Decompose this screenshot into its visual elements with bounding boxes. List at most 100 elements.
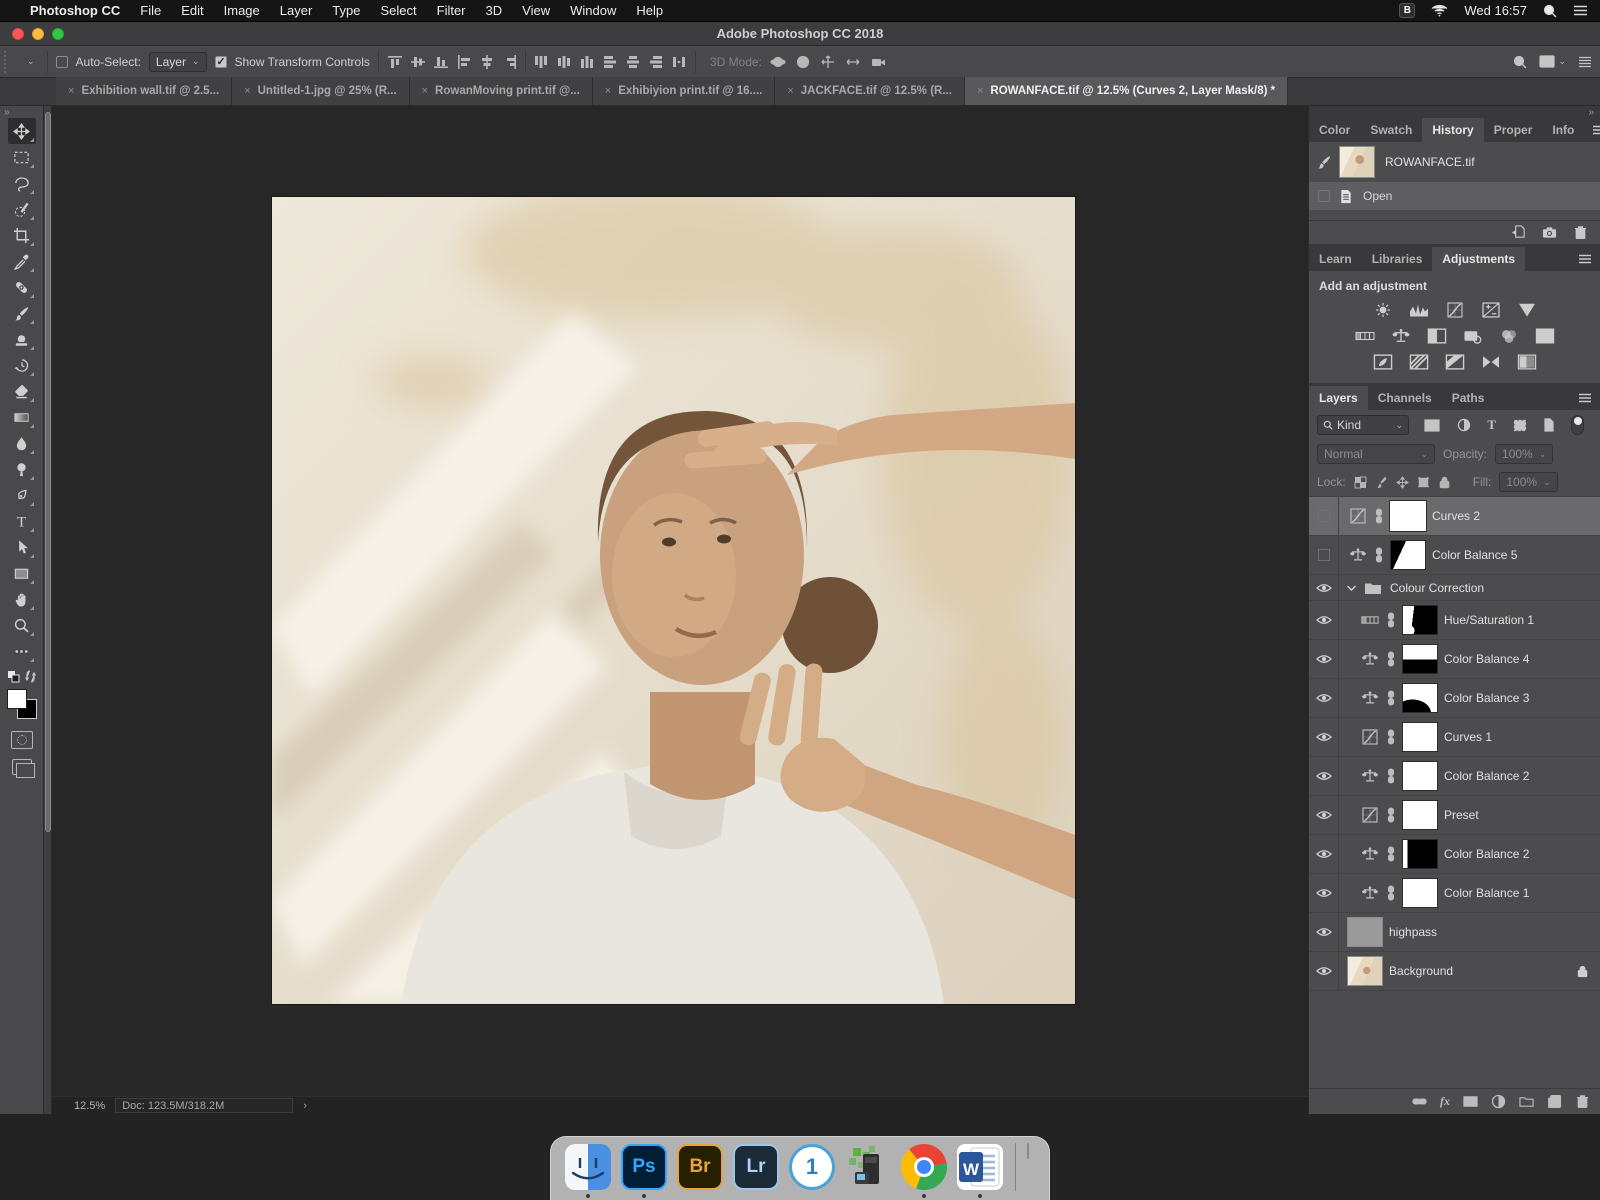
layer-name[interactable]: Hue/Saturation 1 xyxy=(1444,613,1534,627)
brush-tool[interactable] xyxy=(8,300,36,326)
dock-item-lightroom[interactable]: Lr xyxy=(733,1144,779,1190)
eraser-tool[interactable] xyxy=(8,378,36,404)
layer-row-hue-saturation-1[interactable]: Hue/Saturation 1 xyxy=(1309,601,1600,640)
layer-name[interactable]: Color Balance 3 xyxy=(1444,691,1529,705)
zoom-window-button[interactable] xyxy=(52,28,64,40)
curves-adjustment-icon[interactable] xyxy=(1445,302,1465,318)
filter-kind-dropdown[interactable]: Kind⌄ xyxy=(1317,415,1409,435)
history-tab-proper[interactable]: Proper xyxy=(1484,118,1543,142)
layer-name[interactable]: highpass xyxy=(1389,925,1437,939)
marquee-tool[interactable] xyxy=(8,144,36,170)
layer-row-background[interactable]: Background xyxy=(1309,952,1600,991)
eyedropper-tool[interactable] xyxy=(8,248,36,274)
history-step-open[interactable]: Open xyxy=(1309,182,1600,210)
new-group-folder-icon[interactable] xyxy=(1519,1094,1534,1109)
wifi-icon[interactable] xyxy=(1431,4,1448,17)
menu-item-image[interactable]: Image xyxy=(224,3,260,18)
align-bottom-icon[interactable] xyxy=(433,54,449,70)
close-window-button[interactable] xyxy=(12,28,24,40)
channel-mixer-adjustment-icon[interactable] xyxy=(1499,328,1519,344)
posterize-adjustment-icon[interactable] xyxy=(1409,354,1429,370)
status-options-chevron[interactable]: › xyxy=(303,1100,307,1112)
menu-item-help[interactable]: Help xyxy=(636,3,663,18)
color-balance-adjustment-icon[interactable] xyxy=(1391,328,1411,344)
show-transform-checkbox[interactable] xyxy=(215,56,227,68)
collapse-panels-chevron[interactable]: » xyxy=(1309,106,1600,118)
layers-tab-layers[interactable]: Layers xyxy=(1309,386,1368,410)
layer-name[interactable]: Colour Correction xyxy=(1390,581,1484,595)
layer-name[interactable]: Preset xyxy=(1444,808,1479,822)
layer-row-color-balance-1[interactable]: Color Balance 1 xyxy=(1309,874,1600,913)
visibility-eye-icon[interactable] xyxy=(1309,575,1339,600)
close-tab-icon[interactable]: × xyxy=(244,85,250,97)
selective-color-adjustment-icon[interactable] xyxy=(1517,354,1537,370)
new-adjustment-icon[interactable] xyxy=(1491,1094,1506,1109)
align-vcenter-icon[interactable] xyxy=(410,54,426,70)
layer-mask-thumbnail[interactable] xyxy=(1402,761,1438,791)
layer-name[interactable]: Curves 1 xyxy=(1444,730,1492,744)
minimize-window-button[interactable] xyxy=(32,28,44,40)
healing-tool[interactable] xyxy=(8,274,36,300)
blend-mode-dropdown[interactable]: Normal⌄ xyxy=(1317,444,1435,464)
visibility-eye-icon[interactable] xyxy=(1309,835,1339,873)
visibility-eye-icon[interactable] xyxy=(1309,640,1339,678)
levels-adjustment-icon[interactable] xyxy=(1409,302,1429,318)
menu-item-layer[interactable]: Layer xyxy=(280,3,313,18)
black-white-adjustment-icon[interactable] xyxy=(1427,328,1447,344)
document-tab[interactable]: ×Exhibiyion print.tif @ 16.... xyxy=(593,77,776,105)
type-tool[interactable]: T xyxy=(8,508,36,534)
visibility-eye-icon[interactable] xyxy=(1309,718,1339,756)
layer-thumbnail[interactable] xyxy=(1347,956,1383,986)
menu-clock[interactable]: Wed 16:57 xyxy=(1464,3,1527,18)
visibility-empty-box[interactable] xyxy=(1309,497,1339,535)
layer-style-fx-icon[interactable]: fx xyxy=(1440,1094,1450,1109)
hand-tool[interactable] xyxy=(8,586,36,612)
zoom-level[interactable]: 12.5% xyxy=(74,1100,105,1112)
clone-stamp-tool[interactable] xyxy=(8,326,36,352)
layer-name[interactable]: Color Balance 2 xyxy=(1444,847,1529,861)
layer-mask-thumbnail[interactable] xyxy=(1402,722,1438,752)
history-tab-swatch[interactable]: Swatch xyxy=(1360,118,1422,142)
close-tab-icon[interactable]: × xyxy=(605,85,611,97)
layer-name[interactable]: Curves 2 xyxy=(1432,509,1480,523)
panel-menu-icon[interactable] xyxy=(1570,393,1600,403)
visibility-eye-icon[interactable] xyxy=(1309,874,1339,912)
more-tool[interactable] xyxy=(8,638,36,664)
adjust-tab-learn[interactable]: Learn xyxy=(1309,247,1362,271)
dist-spacing-icon[interactable] xyxy=(671,54,687,70)
photo-filter-adjustment-icon[interactable] xyxy=(1463,328,1483,344)
dock-item-bridge[interactable]: Br xyxy=(677,1144,723,1190)
lock-transparency-icon[interactable] xyxy=(1354,476,1367,489)
menu-item-edit[interactable]: Edit xyxy=(181,3,203,18)
close-tab-icon[interactable]: × xyxy=(422,85,428,97)
dock-item-finder[interactable] xyxy=(565,1144,611,1190)
align-right-icon[interactable] xyxy=(502,54,518,70)
workspace-panel-icon[interactable]: ⌄ xyxy=(1539,55,1566,68)
layer-row-color-balance-2[interactable]: Color Balance 2 xyxy=(1309,835,1600,874)
vertical-scrollbar[interactable] xyxy=(44,106,52,1114)
filter-pixel-layers-icon[interactable] xyxy=(1424,419,1440,432)
link-layers-icon[interactable] xyxy=(1412,1094,1427,1109)
history-tab-history[interactable]: History xyxy=(1422,118,1483,142)
layer-row-curves-2[interactable]: Curves 2 xyxy=(1309,497,1600,536)
bridge-status-icon[interactable]: B xyxy=(1399,3,1415,18)
layer-name[interactable]: Background xyxy=(1389,964,1453,978)
add-mask-icon[interactable] xyxy=(1463,1094,1478,1109)
dist-right-icon[interactable] xyxy=(648,54,664,70)
layer-row-color-balance-2[interactable]: Color Balance 2 xyxy=(1309,757,1600,796)
align-hcenter-icon[interactable] xyxy=(479,54,495,70)
panel-menu-icon[interactable] xyxy=(1570,254,1600,264)
history-tab-color[interactable]: Color xyxy=(1309,118,1360,142)
layer-row-color-balance-5[interactable]: Color Balance 5 xyxy=(1309,536,1600,575)
auto-select-dropdown[interactable]: Layer⌄ xyxy=(149,52,207,72)
document-tab[interactable]: ×Untitled-1.jpg @ 25% (R... xyxy=(232,77,409,105)
close-tab-icon[interactable]: × xyxy=(68,85,74,97)
gradient-map-adjustment-icon[interactable] xyxy=(1481,354,1501,370)
layers-tab-channels[interactable]: Channels xyxy=(1368,386,1442,410)
layer-mask-thumbnail[interactable] xyxy=(1402,878,1438,908)
trash-icon[interactable] xyxy=(1573,225,1588,240)
blur-tool[interactable] xyxy=(8,430,36,456)
dock-item-chrome[interactable] xyxy=(901,1144,947,1190)
history-step-checkbox[interactable] xyxy=(1309,190,1339,202)
current-tool-icon[interactable]: ⌄ xyxy=(20,56,39,67)
